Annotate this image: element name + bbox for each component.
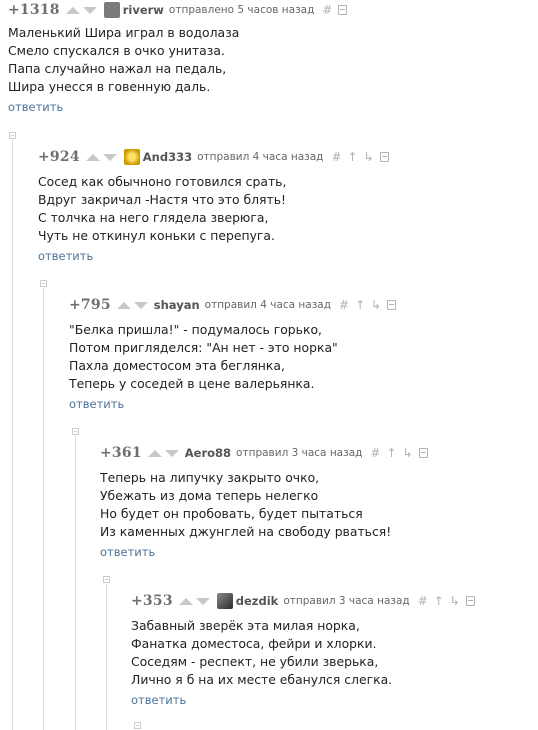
comment-line: Убежать из дома теперь нелегко xyxy=(100,488,319,503)
rating: +361 xyxy=(100,445,142,461)
comment-line: Лично я б на их месте ебанулся слегка. xyxy=(131,672,393,687)
collapse-toggle[interactable] xyxy=(40,280,47,287)
thread-line xyxy=(12,140,13,730)
parent-arrow-icon[interactable]: ↑ xyxy=(355,298,365,312)
comment-tools: # ↑ ↳ xyxy=(370,446,428,460)
reply-link[interactable]: ответить xyxy=(131,692,475,708)
comment-text: Маленький Шира играл в водолаза Смело сп… xyxy=(8,24,347,96)
downvote-icon[interactable] xyxy=(82,6,97,14)
save-icon[interactable] xyxy=(465,596,475,606)
username[interactable]: And333 xyxy=(143,150,192,164)
timestamp[interactable]: отправил 4 часа назад xyxy=(205,299,331,311)
collapse-toggle[interactable] xyxy=(103,576,110,583)
comment-text: Забавный зверёк эта милая норка, Фанатка… xyxy=(131,617,475,689)
collapse-toggle[interactable] xyxy=(9,132,16,139)
comment-line: Теперь на липучку закрыто очко, xyxy=(100,470,320,485)
downvote-icon[interactable] xyxy=(164,449,179,457)
comment-line: Фанатка доместоса, фейри и хлорки. xyxy=(131,636,377,651)
upvote-icon[interactable] xyxy=(116,301,131,309)
comment-tools: # ↑ ↳ xyxy=(339,298,397,312)
rating: +353 xyxy=(131,593,173,609)
thread-line xyxy=(106,584,107,730)
comment-line: "Белка пришла!" - подумалось горько, xyxy=(69,322,322,337)
reply-link[interactable]: ответить xyxy=(69,396,396,412)
timestamp[interactable]: отправил 3 часа назад xyxy=(283,595,409,607)
collapse-toggle[interactable] xyxy=(72,428,79,435)
save-icon[interactable] xyxy=(418,448,428,458)
thread-line xyxy=(43,288,44,730)
comment: +795 shayan отправил 4 часа назад # ↑ ↳ … xyxy=(69,295,397,412)
comment: +361 Aero88 отправил 3 часа назад # ↑ ↳ … xyxy=(100,443,428,560)
comment-line: Папа случайно нажал на педаль, xyxy=(8,61,227,76)
comment: +924 And333 отправил 4 часа назад # ↑ ↳ … xyxy=(38,147,389,264)
avatar[interactable] xyxy=(216,593,233,609)
username[interactable]: Aero88 xyxy=(185,446,231,460)
comment-text: Теперь на липучку закрыто очко, Убежать … xyxy=(100,469,428,541)
hash-icon[interactable]: # xyxy=(322,3,332,17)
parent-arrow-icon[interactable]: ↑ xyxy=(434,594,444,608)
comment-header: +361 Aero88 отправил 3 часа назад # ↑ ↳ xyxy=(100,443,428,463)
avatar[interactable] xyxy=(123,149,140,165)
hash-icon[interactable]: # xyxy=(339,298,349,312)
upvote-icon[interactable] xyxy=(178,597,193,605)
hash-icon[interactable]: # xyxy=(331,150,341,164)
save-icon[interactable] xyxy=(338,5,348,15)
branch-icon[interactable]: ↳ xyxy=(364,150,374,164)
comment-line: Но будет он пробовать, будет пытаться xyxy=(100,506,363,521)
upvote-icon[interactable] xyxy=(147,449,162,457)
comment-text: "Белка пришла!" - подумалось горько, Пот… xyxy=(69,321,396,393)
comment-header: +795 shayan отправил 4 часа назад # ↑ ↳ xyxy=(69,295,397,315)
comment-line: Забавный зверёк эта милая норка, xyxy=(131,618,360,633)
comment-line: Потом пригляделся: "Ан нет - это норка" xyxy=(69,340,338,355)
hash-icon[interactable]: # xyxy=(370,446,380,460)
username[interactable]: shayan xyxy=(154,298,200,312)
comment-line: Теперь у соседей в цене валерьянка. xyxy=(69,376,315,391)
comment-tools: # xyxy=(322,3,348,17)
comment-line: Сосед как обычноно готовился срать, xyxy=(38,174,287,189)
comment-line: Из каменных джунглей на свободу рваться! xyxy=(100,524,392,539)
comment-line: Вдруг закричал -Настя что это блять! xyxy=(38,192,286,207)
timestamp[interactable]: отправил 3 часа назад xyxy=(236,447,362,459)
upvote-icon[interactable] xyxy=(85,153,100,161)
timestamp[interactable]: отправил 4 часа назад xyxy=(197,151,323,163)
comment-text: Сосед как обычноно готовился срать, Вдру… xyxy=(38,173,389,245)
comment-line: Пахла доместосом эта беглянка, xyxy=(69,358,285,373)
comment-line: Соседям - респект, не убили зверька, xyxy=(131,654,379,669)
timestamp[interactable]: отправлено 5 часов назад xyxy=(169,4,314,16)
comment-header: +924 And333 отправил 4 часа назад # ↑ ↳ xyxy=(38,147,389,167)
comment: +353 dezdik отправил 3 часа назад # ↑ ↳ … xyxy=(131,591,475,708)
parent-arrow-icon[interactable]: ↑ xyxy=(386,446,396,460)
comment-line: Смело спускался в очко унитаза. xyxy=(8,43,225,58)
branch-icon[interactable]: ↳ xyxy=(403,446,413,460)
upvote-icon[interactable] xyxy=(65,6,80,14)
comment-header: +1318 riverw отправлено 5 часов назад # xyxy=(8,0,348,20)
reply-link[interactable]: ответить xyxy=(100,544,428,560)
avatar[interactable] xyxy=(103,2,120,18)
downvote-icon[interactable] xyxy=(195,597,210,605)
branch-icon[interactable]: ↳ xyxy=(371,298,381,312)
comment-line: Чуть не откинул коньки с перепуга. xyxy=(38,228,275,243)
comment-tools: # ↑ ↳ xyxy=(331,150,389,164)
username[interactable]: dezdik xyxy=(236,594,279,608)
comment-header: +353 dezdik отправил 3 часа назад # ↑ ↳ xyxy=(131,591,475,611)
parent-arrow-icon[interactable]: ↑ xyxy=(348,150,358,164)
comment: +1318 riverw отправлено 5 часов назад # … xyxy=(8,0,348,115)
downvote-icon[interactable] xyxy=(133,301,148,309)
branch-icon[interactable]: ↳ xyxy=(450,594,460,608)
downvote-icon[interactable] xyxy=(102,153,117,161)
reply-link[interactable]: ответить xyxy=(8,99,347,115)
thread-line xyxy=(75,436,76,730)
comment-line: Маленький Шира играл в водолаза xyxy=(8,25,240,40)
rating: +924 xyxy=(38,149,80,165)
hash-icon[interactable]: # xyxy=(418,594,428,608)
rating: +1318 xyxy=(8,2,60,18)
username[interactable]: riverw xyxy=(123,3,164,17)
save-icon[interactable] xyxy=(387,300,397,310)
comment-tools: # ↑ ↳ xyxy=(418,594,475,608)
reply-link[interactable]: ответить xyxy=(38,248,389,264)
comment-line: С толчка на него глядела зверюга, xyxy=(38,210,269,225)
rating: +795 xyxy=(69,297,111,313)
comment-line: Шира унесся в говенную даль. xyxy=(8,79,211,94)
save-icon[interactable] xyxy=(379,152,389,162)
